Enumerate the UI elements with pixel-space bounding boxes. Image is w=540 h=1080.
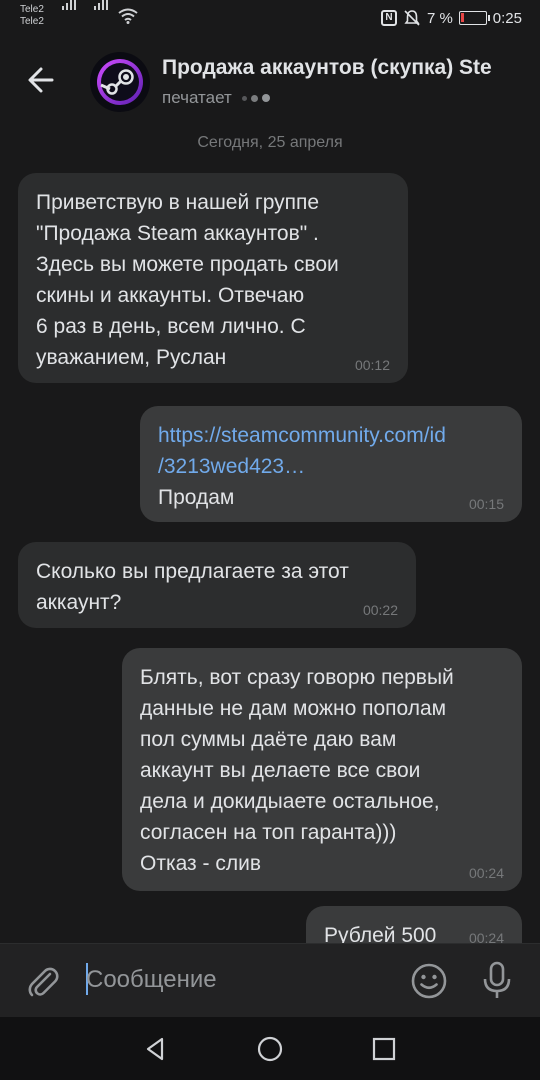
message-incoming[interactable]: Сколько вы предлагаете за этот аккаунт? … bbox=[18, 542, 416, 628]
message-text: Блять, вот сразу говорю первый данные не… bbox=[140, 666, 454, 875]
message-composer bbox=[0, 943, 540, 1017]
message-time: 00:22 bbox=[362, 602, 398, 618]
status-bar: Tele2 Tele2 N 7 % 0:25 bbox=[0, 0, 540, 36]
message-incoming[interactable]: Приветствую в нашей группе "Продажа Stea… bbox=[18, 173, 408, 383]
circle-home-icon[interactable] bbox=[254, 1033, 286, 1065]
message-time: 00:24 bbox=[468, 865, 504, 881]
chat-header: Продажа аккаунтов (скупка) Ste печатает bbox=[0, 36, 540, 120]
message-outgoing[interactable]: https://steamcommunity.com/id /3213wed42… bbox=[140, 406, 522, 522]
battery-icon bbox=[458, 11, 490, 25]
system-nav-bar bbox=[0, 1017, 540, 1080]
steam-logo-icon bbox=[97, 59, 143, 105]
message-input[interactable] bbox=[86, 962, 386, 998]
bell-muted-icon bbox=[404, 10, 420, 26]
wifi-icon bbox=[118, 8, 138, 24]
message-text: Сколько вы предлагаете за этот аккаунт? bbox=[36, 560, 349, 614]
triangle-back-icon[interactable] bbox=[139, 1033, 171, 1065]
typing-status: печатает bbox=[162, 88, 270, 108]
square-recent-icon[interactable] bbox=[368, 1033, 400, 1065]
message-text: Продам bbox=[158, 486, 235, 509]
message-link[interactable]: https://steamcommunity.com/id /3213wed42… bbox=[158, 420, 504, 482]
typing-dots-icon bbox=[241, 94, 270, 102]
microphone-icon[interactable] bbox=[478, 960, 516, 1000]
typing-label: печатает bbox=[162, 88, 232, 107]
nfc-icon: N bbox=[380, 10, 397, 26]
arrow-left-icon[interactable] bbox=[22, 60, 62, 100]
carrier-labels: Tele2 Tele2 bbox=[20, 4, 44, 28]
message-time: 00:15 bbox=[468, 496, 504, 512]
message-outgoing[interactable]: Блять, вот сразу говорю первый данные не… bbox=[122, 648, 522, 891]
chat-title[interactable]: Продажа аккаунтов (скупка) Ste bbox=[162, 56, 540, 80]
avatar[interactable] bbox=[90, 52, 150, 112]
date-separator: Сегодня, 25 апреля bbox=[197, 134, 343, 151]
status-time: 0:25 bbox=[492, 9, 522, 27]
message-time: 00:12 bbox=[354, 357, 390, 373]
carrier-2: Tele2 bbox=[20, 16, 44, 27]
battery-percent: 7 % bbox=[426, 9, 453, 27]
carrier-1: Tele2 bbox=[20, 4, 44, 15]
smile-icon[interactable] bbox=[410, 962, 448, 1000]
paperclip-icon[interactable] bbox=[24, 962, 62, 1000]
message-text: Приветствую в нашей группе "Продажа Stea… bbox=[36, 191, 339, 369]
